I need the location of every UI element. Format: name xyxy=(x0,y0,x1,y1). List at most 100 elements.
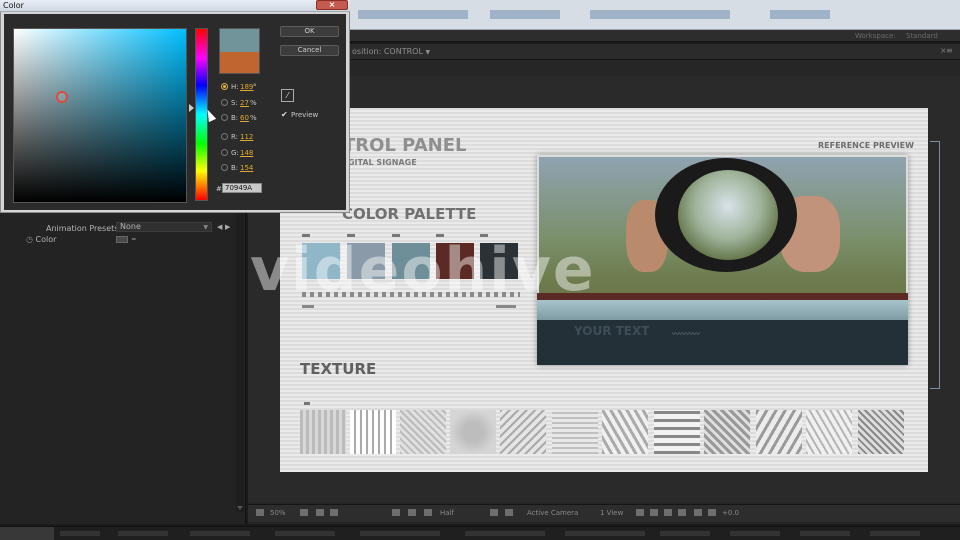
dialog-title: Color xyxy=(3,1,24,10)
preview-label: Preview xyxy=(291,111,319,119)
chevron-down-icon: ▼ xyxy=(203,224,208,231)
texture-tile xyxy=(350,410,396,454)
brightness-unit: % xyxy=(250,114,257,122)
animation-presets-select[interactable]: None ▼ xyxy=(116,222,212,232)
red-label: R: xyxy=(231,133,239,141)
color-field-cursor[interactable] xyxy=(56,91,68,103)
color-property-swatch[interactable] xyxy=(116,236,128,243)
artboard-title: TROL PANEL xyxy=(343,135,467,156)
brightness-radio[interactable] xyxy=(221,114,228,121)
dialog-title-bar[interactable] xyxy=(0,0,350,12)
eyedropper-icon[interactable]: ━ xyxy=(132,236,144,243)
safe-zones-icon[interactable] xyxy=(300,509,308,516)
hue-unit: ° xyxy=(253,83,257,91)
host-window-titlebar xyxy=(350,0,960,30)
workspace-label: Workspace: xyxy=(855,32,896,40)
panel-menu-icon[interactable]: ≡ xyxy=(946,46,953,55)
timeline-tab[interactable] xyxy=(190,531,250,536)
flowchart-icon[interactable] xyxy=(678,509,686,516)
saturation-field[interactable]: 27 xyxy=(240,99,249,107)
grid-icon[interactable] xyxy=(316,509,324,516)
toggle-mask-icon[interactable] xyxy=(256,509,264,516)
original-color-swatch[interactable] xyxy=(219,52,260,74)
texture-caption xyxy=(304,402,310,405)
green-field[interactable]: 148 xyxy=(240,149,253,157)
effect-controls-panel xyxy=(0,210,246,524)
exposure-value[interactable]: +0.0 xyxy=(722,509,739,517)
red-field[interactable]: 112 xyxy=(240,133,253,141)
texture-tile xyxy=(858,410,904,454)
reference-photo-lens-view xyxy=(678,170,778,260)
ok-button[interactable]: OK xyxy=(280,26,339,37)
timeline-tab[interactable] xyxy=(870,531,920,536)
reset-exposure-icon[interactable] xyxy=(694,509,702,516)
eyedropper-icon[interactable]: ⁄ xyxy=(281,89,294,102)
view-layout-dropdown[interactable]: 1 View xyxy=(600,509,623,517)
color-channel-icon[interactable] xyxy=(424,509,432,516)
hex-input[interactable]: 70949A xyxy=(222,183,262,193)
exposure-icon[interactable] xyxy=(708,509,716,516)
saturation-label: S: xyxy=(231,99,238,107)
texture-tile xyxy=(450,410,496,454)
texture-tile xyxy=(300,410,346,454)
blue-label: B: xyxy=(231,164,239,172)
cancel-button[interactable]: Cancel xyxy=(280,45,339,56)
rulers-icon[interactable] xyxy=(330,509,338,516)
pixel-aspect-icon[interactable] xyxy=(636,509,644,516)
saturation-radio[interactable] xyxy=(221,99,228,106)
composition-tab[interactable]: osition: CONTROL ▼ xyxy=(352,47,430,56)
palette-caption xyxy=(302,305,314,308)
palette-caption xyxy=(496,305,516,308)
snapshot-icon[interactable] xyxy=(392,509,400,516)
scroll-down-icon[interactable] xyxy=(237,506,243,510)
hue-radio[interactable] xyxy=(221,83,228,90)
hue-field[interactable]: 189 xyxy=(240,83,253,91)
timeline-tab[interactable] xyxy=(800,531,850,536)
region-of-interest-icon[interactable] xyxy=(490,509,498,516)
timeline-tab[interactable] xyxy=(60,531,100,536)
close-icon[interactable]: × xyxy=(316,0,348,10)
chevron-down-icon[interactable]: ▼ xyxy=(425,49,430,56)
watermark: videohive xyxy=(250,235,596,305)
timeline-tab[interactable] xyxy=(465,531,545,536)
red-radio[interactable] xyxy=(221,133,228,140)
animation-presets-label: Animation Presets: xyxy=(46,224,122,233)
timeline-tab[interactable] xyxy=(660,531,710,536)
green-radio[interactable] xyxy=(221,149,228,156)
preset-next-icon[interactable]: ▶ xyxy=(225,223,230,231)
timeline-tab[interactable] xyxy=(730,531,780,536)
camera-dropdown[interactable]: Active Camera xyxy=(527,509,578,517)
texture-heading: TEXTURE xyxy=(300,360,377,378)
transparency-grid-icon[interactable] xyxy=(505,509,513,516)
resolution-dropdown[interactable]: Half xyxy=(440,509,454,517)
preview-checkbox[interactable]: ✔ xyxy=(281,111,289,119)
texture-tile xyxy=(756,410,802,454)
blue-field[interactable]: 154 xyxy=(240,164,253,172)
timeline-tab[interactable] xyxy=(118,531,168,536)
timeline-icon[interactable] xyxy=(664,509,672,516)
timeline-tab[interactable] xyxy=(360,531,440,536)
hue-slider-handle-icon[interactable] xyxy=(189,104,194,112)
stopwatch-icon[interactable]: ◷ xyxy=(26,235,33,244)
workspace-dropdown[interactable]: Standard xyxy=(906,32,938,40)
fast-preview-icon[interactable] xyxy=(650,509,658,516)
color-property-row: ◷ Color xyxy=(26,235,56,244)
brightness-field[interactable]: 60 xyxy=(240,114,249,122)
green-label: G: xyxy=(231,149,239,157)
texture-tile xyxy=(602,410,648,454)
saturation-unit: % xyxy=(250,99,257,107)
hex-prefix: # xyxy=(216,185,222,193)
show-snapshot-icon[interactable] xyxy=(408,509,416,516)
timeline-tab[interactable] xyxy=(565,531,645,536)
preset-previous-icon[interactable]: ◀ xyxy=(217,223,222,231)
blue-radio[interactable] xyxy=(221,164,228,171)
color-property-label: Color xyxy=(35,235,57,244)
effect-controls-scrollbar[interactable] xyxy=(236,212,244,512)
timeline-tab[interactable] xyxy=(275,531,335,536)
lower-third-subtext: 〰〰〰〰 xyxy=(672,330,700,338)
saturation-brightness-field[interactable] xyxy=(13,28,187,203)
texture-tile xyxy=(654,410,700,454)
guide-bracket xyxy=(930,141,940,389)
zoom-dropdown[interactable]: 50% xyxy=(270,509,286,517)
timeline-tab-active[interactable] xyxy=(0,527,54,540)
